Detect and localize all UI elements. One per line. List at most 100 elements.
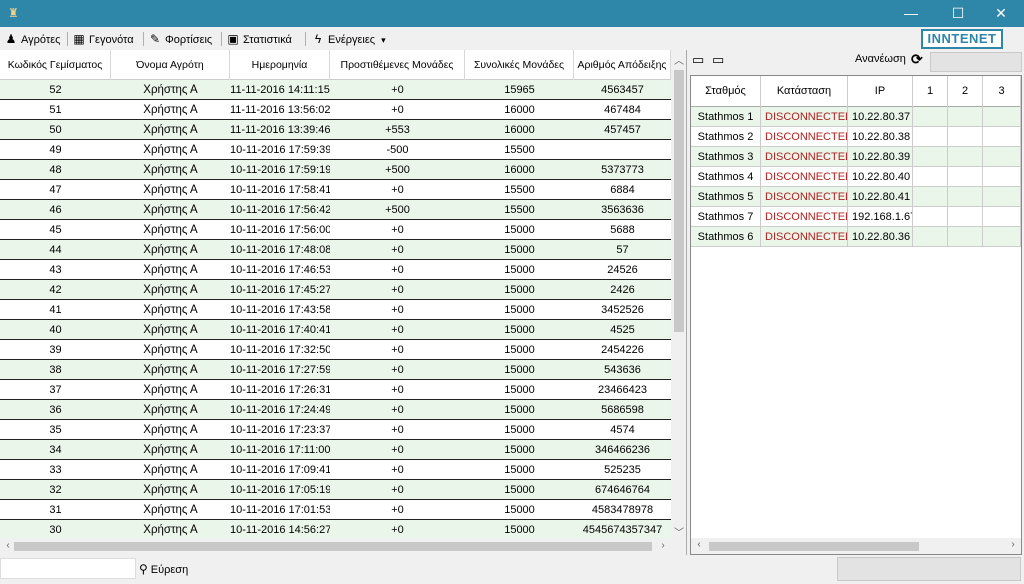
cell-col-3 xyxy=(983,127,1021,147)
scroll-thumb[interactable] xyxy=(709,542,919,551)
column-header-col-1[interactable]: 1 xyxy=(913,76,948,107)
cell-receipt-number: 674646764 xyxy=(594,484,651,496)
column-header-station[interactable]: Σταθμός xyxy=(691,76,761,107)
table-row[interactable]: 43 Χρήστης Α 10-11-2016 17:46:53 +0 15000 245… xyxy=(0,260,671,280)
cell-refill-code: 36 xyxy=(49,404,62,416)
table-row[interactable]: 40 Χρήστης Α 10-11-2016 17:40:41 +0 15000 452… xyxy=(0,320,671,340)
column-header-refill-code[interactable]: Κωδικός Γεμίσματος xyxy=(0,50,111,80)
cell-farmer-name: Χρήστης Α xyxy=(143,184,198,196)
maximize-button[interactable]: ☐ xyxy=(935,0,981,27)
table-row[interactable]: 42 Χρήστης Α 10-11-2016 17:45:27 +0 15000 242… xyxy=(0,280,671,300)
cell-added-units: +0 xyxy=(391,244,404,256)
scroll-up-icon[interactable]: ︿ xyxy=(671,52,686,67)
menu-separator xyxy=(67,32,68,46)
scroll-thumb[interactable] xyxy=(14,542,652,551)
scroll-thumb[interactable] xyxy=(674,70,684,332)
cell-col-1 xyxy=(913,127,948,147)
column-header-added-units[interactable]: Προστιθέμενες Μονάδες xyxy=(330,50,465,80)
table-row[interactable]: 47 Χρήστης Α 10-11-2016 17:58:41 +0 15500 688… xyxy=(0,180,671,200)
cell-col-3 xyxy=(983,227,1021,247)
menu-farmers[interactable]: ♟ Αγρότες xyxy=(4,30,61,48)
cell-date: 10-11-2016 17:32:50 xyxy=(230,344,330,356)
station-row[interactable]: Stathmos 6 DISCONNECTED 10.22.80.36 xyxy=(691,227,1021,247)
table-row[interactable]: 41 Χρήστης Α 10-11-2016 17:43:58 +0 15000 345… xyxy=(0,300,671,320)
cell-total-units: 15000 xyxy=(504,284,535,296)
cell-added-units: +0 xyxy=(391,304,404,316)
table-row[interactable]: 33 Χρήστης Α 10-11-2016 17:09:41 +0 15000 525… xyxy=(0,460,671,480)
menu-separator xyxy=(143,32,144,46)
station-row[interactable]: Stathmos 5 DISCONNECTED 10.22.80.41 xyxy=(691,187,1021,207)
menu-events[interactable]: ▦ Γεγονότα xyxy=(72,30,133,48)
cell-farmer-name: Χρήστης Α xyxy=(143,224,198,236)
search-button[interactable]: ⚲ Εύρεση xyxy=(139,560,188,578)
column-header-status[interactable]: Κατάσταση xyxy=(761,76,848,107)
table-row[interactable]: 38 Χρήστης Α 10-11-2016 17:27:59 +0 15000 543… xyxy=(0,360,671,380)
cell-col-3 xyxy=(983,147,1021,167)
cell-added-units: +500 xyxy=(385,204,410,216)
stations-grid[interactable]: Σταθμός Κατάσταση IP 1 2 3 Stathmos 1 DISCONNE… xyxy=(690,75,1022,555)
scroll-left-icon[interactable]: ‹ xyxy=(691,539,707,550)
cell-date: 10-11-2016 17:59:19 xyxy=(230,164,330,176)
cell-total-units: 15000 xyxy=(504,524,535,536)
cell-total-units: 15000 xyxy=(504,444,535,456)
horizontal-scrollbar[interactable]: ‹ › xyxy=(691,538,1021,554)
minimize-button[interactable]: — xyxy=(888,0,934,27)
cell-receipt-number: 525235 xyxy=(604,464,641,476)
disconnect-station-icon[interactable]: ▭ xyxy=(712,53,728,67)
station-row[interactable]: Stathmos 3 DISCONNECTED 10.22.80.39 xyxy=(691,147,1021,167)
table-row[interactable]: 52 Χρήστης Α 11-11-2016 14:11:15 +0 15965 456… xyxy=(0,80,671,100)
column-header-date[interactable]: Ημερομηνία xyxy=(230,50,330,80)
menu-loads-label: Φορτίσεις xyxy=(165,34,213,46)
station-row[interactable]: Stathmos 2 DISCONNECTED 10.22.80.38 xyxy=(691,127,1021,147)
table-row[interactable]: 45 Χρήστης Α 10-11-2016 17:56:00 +0 15000 568… xyxy=(0,220,671,240)
table-row[interactable]: 37 Χρήστης Α 10-11-2016 17:26:31 +0 15000 234… xyxy=(0,380,671,400)
menu-actions[interactable]: ϟ Ενέργειες ▾ xyxy=(311,30,386,48)
column-header-receipt-number[interactable]: Αριθμός Απόδειξης xyxy=(574,50,671,80)
table-row[interactable]: 48 Χρήστης Α 10-11-2016 17:59:19 +500 16000 5… xyxy=(0,160,671,180)
column-header-col-2[interactable]: 2 xyxy=(948,76,983,107)
menu-loads[interactable]: ✎ Φορτίσεις xyxy=(148,30,212,48)
table-row[interactable]: 35 Χρήστης Α 10-11-2016 17:23:37 +0 15000 457… xyxy=(0,420,671,440)
refresh-status-field xyxy=(930,52,1022,72)
cell-added-units: +500 xyxy=(385,164,410,176)
chevron-down-icon: ▾ xyxy=(381,35,386,45)
column-header-farmer-name[interactable]: Όνομα Αγρότη xyxy=(111,50,230,80)
station-row[interactable]: Stathmos 7 DISCONNECTED 192.168.1.67 xyxy=(691,207,1021,227)
table-row[interactable]: 30 Χρήστης Α 10-11-2016 14:56:27 +0 15000 454… xyxy=(0,520,671,540)
scroll-right-icon[interactable]: › xyxy=(1005,539,1021,550)
table-row[interactable]: 51 Χρήστης Α 11-11-2016 13:56:02 +0 16000 467… xyxy=(0,100,671,120)
cell-station: Stathmos 4 xyxy=(691,167,761,187)
close-button[interactable]: ✕ xyxy=(978,0,1024,27)
search-input[interactable] xyxy=(0,558,136,579)
refills-grid[interactable]: Κωδικός Γεμίσματος Όνομα Αγρότη Ημερομηνία… xyxy=(0,50,687,555)
refresh-icon[interactable]: ⟳ xyxy=(911,51,923,68)
cell-refill-code: 35 xyxy=(49,424,62,436)
cell-station: Stathmos 5 xyxy=(691,187,761,207)
table-row[interactable]: 50 Χρήστης Α 11-11-2016 13:39:46 +553 16000 4… xyxy=(0,120,671,140)
table-row[interactable]: 32 Χρήστης Α 10-11-2016 17:05:19 +0 15000 674… xyxy=(0,480,671,500)
scroll-right-icon[interactable]: › xyxy=(655,540,671,551)
cell-total-units: 15500 xyxy=(504,184,535,196)
column-header-col-3[interactable]: 3 xyxy=(983,76,1021,107)
column-header-ip[interactable]: IP xyxy=(848,76,913,107)
station-row[interactable]: Stathmos 4 DISCONNECTED 10.22.80.40 xyxy=(691,167,1021,187)
table-row[interactable]: 49 Χρήστης Α 10-11-2016 17:59:39 -500 15500 xyxy=(0,140,671,160)
scroll-down-icon[interactable]: ﹀ xyxy=(671,524,686,539)
table-row[interactable]: 39 Χρήστης Α 10-11-2016 17:32:50 +0 15000 245… xyxy=(0,340,671,360)
menu-statistics[interactable]: ▣ Στατιστικά xyxy=(226,30,292,48)
table-row[interactable]: 31 Χρήστης Α 10-11-2016 17:01:53 +0 15000 458… xyxy=(0,500,671,520)
cell-refill-code: 44 xyxy=(49,244,62,256)
cell-receipt-number: 543636 xyxy=(604,364,641,376)
cell-total-units: 16000 xyxy=(504,164,535,176)
station-row[interactable]: Stathmos 1 DISCONNECTED 10.22.80.37 xyxy=(691,107,1021,127)
table-row[interactable]: 46 Χρήστης Α 10-11-2016 17:56:42 +500 15500 3… xyxy=(0,200,671,220)
column-header-total-units[interactable]: Συνολικές Μονάδες xyxy=(465,50,574,80)
table-row[interactable]: 34 Χρήστης Α 10-11-2016 17:11:00 +0 15000 346… xyxy=(0,440,671,460)
cell-date: 10-11-2016 17:24:49 xyxy=(230,404,330,416)
horizontal-scrollbar[interactable]: ‹ › xyxy=(0,538,686,555)
connect-station-icon[interactable]: ▭ xyxy=(692,53,708,67)
table-row[interactable]: 44 Χρήστης Α 10-11-2016 17:48:08 +0 15000 57 xyxy=(0,240,671,260)
table-row[interactable]: 36 Χρήστης Α 10-11-2016 17:24:49 +0 15000 568… xyxy=(0,400,671,420)
vertical-scrollbar[interactable]: ︿ ﹀ xyxy=(671,50,686,539)
cell-farmer-name: Χρήστης Α xyxy=(143,204,198,216)
